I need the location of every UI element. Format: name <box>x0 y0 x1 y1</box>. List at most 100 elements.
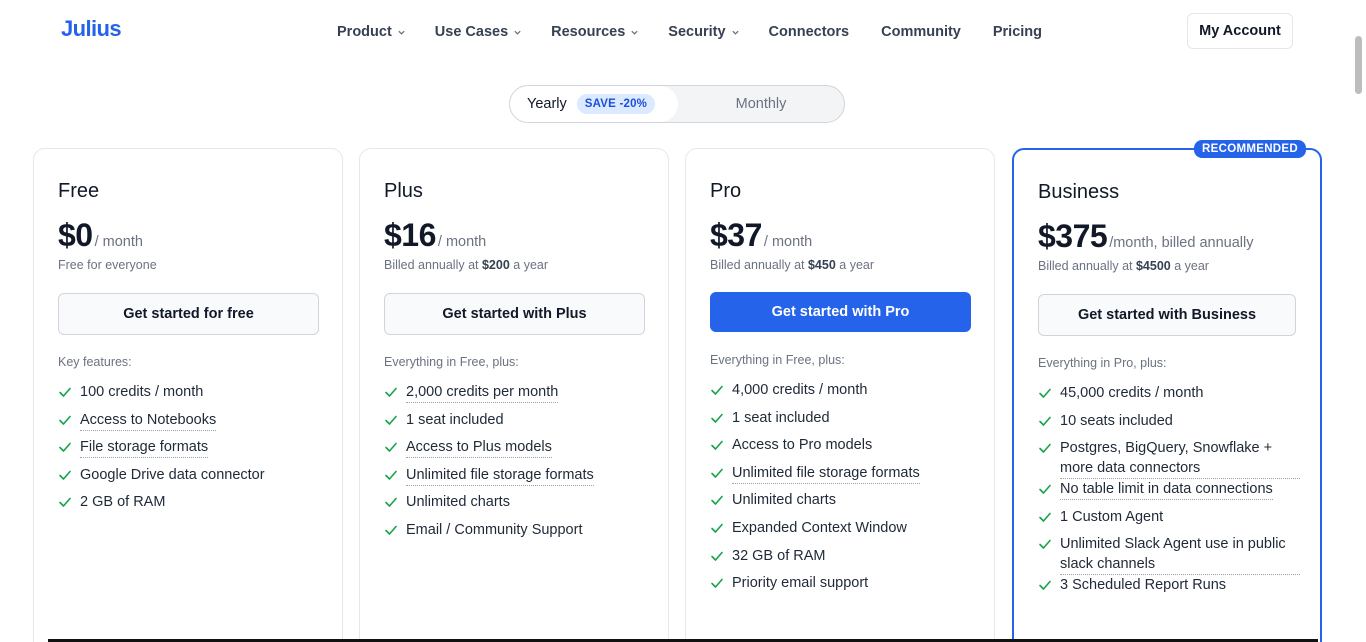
nav-item-pricing[interactable]: Pricing <box>993 24 1042 40</box>
feature-text: 2 GB of RAM <box>80 494 166 511</box>
plan-card-plus: Plus $16 / month Billed annually at $200… <box>359 148 669 642</box>
feature-text[interactable]: Unlimited file storage formats <box>406 465 594 486</box>
check-icon <box>59 498 71 508</box>
billing-note-suffix: a year <box>835 258 875 272</box>
feature-text[interactable]: Postgres, BigQuery, Snowflake + more dat… <box>1060 438 1300 480</box>
feature-text: 10 seats included <box>1060 412 1173 429</box>
nav-item-resources[interactable]: Resources <box>551 24 639 40</box>
get-started-business-button[interactable]: Get started with Business <box>1038 294 1296 336</box>
get-started-plus-button[interactable]: Get started with Plus <box>384 293 645 335</box>
feature-item: Expanded Context Window <box>710 518 980 546</box>
billing-amount: $200 <box>481 258 510 272</box>
feature-item: 4,000 credits / month <box>710 380 980 408</box>
nav-item-product[interactable]: Product <box>337 24 406 40</box>
feature-text: Expanded Context Window <box>732 519 907 536</box>
check-icon <box>711 413 723 423</box>
feature-item: Unlimited charts <box>710 490 980 518</box>
billing-note-text: Billed annually at <box>384 258 482 272</box>
recommended-badge: RECOMMENDED <box>1194 140 1306 158</box>
feature-item: 1 Custom Agent <box>1038 507 1300 535</box>
nav-item-label: Resources <box>551 24 626 40</box>
feature-item: Unlimited file storage formats <box>710 463 980 491</box>
feature-text: Email / Community Support <box>406 521 583 538</box>
feature-text[interactable]: 2,000 credits per month <box>406 382 559 403</box>
check-icon <box>59 442 71 452</box>
feature-text: Priority email support <box>732 575 869 592</box>
plan-price: $0 <box>58 217 93 253</box>
feature-item: 2,000 credits per month <box>384 382 654 410</box>
feature-item: Postgres, BigQuery, Snowflake + more dat… <box>1038 438 1300 480</box>
feature-text[interactable]: No table limit in data connections <box>1060 479 1273 501</box>
billing-note: Billed annually at $200 a year <box>384 258 548 272</box>
feature-item: Access to Notebooks <box>58 410 328 438</box>
feature-item: No table limit in data connections <box>1038 479 1300 507</box>
feature-text: Unlimited charts <box>406 494 510 511</box>
features-label: Key features: <box>58 355 132 369</box>
feature-text[interactable]: Unlimited file storage formats <box>732 463 920 484</box>
plan-price: $375 <box>1038 218 1108 254</box>
nav-item-community[interactable]: Community <box>881 24 961 40</box>
check-icon <box>711 496 723 506</box>
billing-period-toggle: Yearly SAVE -20% Monthly <box>509 85 845 123</box>
julius-logo[interactable]: Julius <box>61 16 122 42</box>
feature-text: 1 Custom Agent <box>1060 508 1164 525</box>
check-icon <box>59 415 71 425</box>
feature-text: 100 credits / month <box>80 384 204 400</box>
feature-list: 45,000 credits / month 10 seats included P… <box>1038 383 1300 603</box>
feature-text: 1 seat included <box>732 409 830 426</box>
feature-text[interactable]: File storage formats <box>80 437 209 459</box>
feature-item: Email / Community Support <box>384 520 654 548</box>
feature-text: 4,000 credits / month <box>732 382 868 398</box>
feature-text: 45,000 credits / month <box>1060 385 1204 401</box>
save-badge: SAVE -20% <box>576 94 656 114</box>
check-icon <box>1039 540 1051 550</box>
feature-list: 4,000 credits / month 1 seat included Acce… <box>710 380 980 601</box>
nav-item-use-cases[interactable]: Use Cases <box>435 24 522 40</box>
feature-text: 1 seat included <box>406 411 504 428</box>
check-icon <box>711 578 723 588</box>
check-icon <box>1039 581 1051 591</box>
my-account-button[interactable]: My Account <box>1187 13 1293 49</box>
price-row: $37 / month <box>710 217 812 254</box>
feature-text[interactable]: Access to Notebooks <box>80 410 217 431</box>
get-started-free-button[interactable]: Get started for free <box>58 293 319 335</box>
feature-item: 10 seats included <box>1038 411 1300 439</box>
feature-list: 100 credits / month Access to Notebooks Fi… <box>58 382 328 520</box>
price-period: /month, billed annually <box>1109 235 1254 251</box>
chevron-down-icon <box>398 30 405 35</box>
chevron-down-icon <box>631 30 638 35</box>
feature-item: Access to Pro models <box>710 435 980 463</box>
feature-item: Priority email support <box>710 573 980 601</box>
price-period: / month <box>437 234 487 250</box>
feature-text: Google Drive data connector <box>80 466 265 483</box>
page-scrollbar-thumb[interactable] <box>1355 36 1362 94</box>
nav-item-security[interactable]: Security <box>668 24 739 40</box>
check-icon <box>1039 416 1051 426</box>
plan-name: Plus <box>384 180 423 202</box>
check-icon <box>385 498 397 508</box>
billing-amount: $4500 <box>1135 259 1171 273</box>
check-icon <box>711 551 723 561</box>
check-icon <box>385 415 397 425</box>
nav-item-label: Security <box>668 24 726 40</box>
price-row: $0 / month <box>58 217 143 254</box>
feature-text[interactable]: Unlimited Slack Agent use in public slac… <box>1060 534 1300 576</box>
toggle-option-monthly[interactable]: Monthly <box>678 86 844 122</box>
feature-text: Access to Pro models <box>732 437 873 454</box>
toggle-option-yearly[interactable]: Yearly SAVE -20% <box>510 86 678 122</box>
get-started-pro-button[interactable]: Get started with Pro <box>710 292 971 332</box>
nav-item-label: Use Cases <box>434 24 509 40</box>
nav-item-connectors[interactable]: Connectors <box>769 24 850 40</box>
feature-item: 1 seat included <box>384 410 654 438</box>
check-icon <box>711 385 723 395</box>
check-icon <box>59 387 71 397</box>
plan-name: Business <box>1038 181 1120 203</box>
check-icon <box>59 470 71 480</box>
feature-text[interactable]: Access to Plus models <box>406 437 552 459</box>
billing-note-suffix: a year <box>1170 259 1209 273</box>
billing-note: Billed annually at $450 a year <box>710 258 874 272</box>
billing-note-text: Free for everyone <box>58 258 157 272</box>
billing-note: Free for everyone <box>58 258 157 272</box>
feature-text: 3 Scheduled Report Runs <box>1060 577 1227 594</box>
yearly-label: Yearly <box>527 96 567 112</box>
